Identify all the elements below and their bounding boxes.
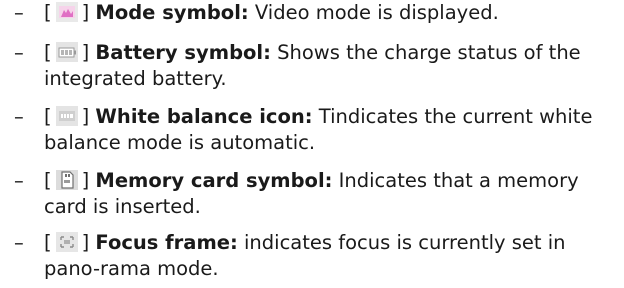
close-bracket: ]	[81, 169, 90, 192]
term-label: Memory card symbol:	[95, 169, 333, 192]
term-label: Focus frame:	[95, 231, 238, 254]
close-bracket: ]	[81, 1, 90, 24]
term-label: White balance icon:	[95, 105, 313, 128]
list-dash: –	[14, 231, 24, 254]
focus-frame-icon	[55, 232, 78, 252]
close-bracket: ]	[81, 231, 90, 254]
term-label: Battery symbol:	[95, 41, 271, 64]
open-bracket: [	[44, 105, 52, 128]
video-mode-icon	[55, 2, 78, 22]
white-balance-auto-icon	[55, 106, 78, 126]
open-bracket: [	[44, 41, 52, 64]
symbol-list: – [ ] Mode symbol: Video mode is display…	[0, 0, 624, 288]
list-item-body: [ ] White balance icon: Tindicates the c…	[44, 104, 624, 156]
term-label: Mode symbol:	[95, 1, 249, 24]
list-dash: –	[14, 105, 24, 128]
list-item-body: [ ] Memory card symbol: Indicates that a…	[44, 168, 624, 220]
memory-card-icon	[55, 170, 78, 190]
list-item-body: [ ] Focus frame: indicates focus is curr…	[44, 230, 624, 282]
list-dash: –	[14, 1, 24, 24]
battery-icon	[55, 42, 78, 62]
list-dash: –	[14, 41, 24, 64]
open-bracket: [	[44, 169, 52, 192]
close-bracket: ]	[81, 105, 90, 128]
open-bracket: [	[44, 231, 52, 254]
close-bracket: ]	[81, 41, 90, 64]
list-item-body: [ ] Battery symbol: Shows the charge sta…	[44, 40, 624, 92]
open-bracket: [	[44, 1, 52, 24]
term-description: Video mode is displayed.	[248, 1, 499, 24]
list-item-body: [ ] Mode symbol: Video mode is displayed…	[44, 0, 624, 26]
list-dash: –	[14, 169, 24, 192]
